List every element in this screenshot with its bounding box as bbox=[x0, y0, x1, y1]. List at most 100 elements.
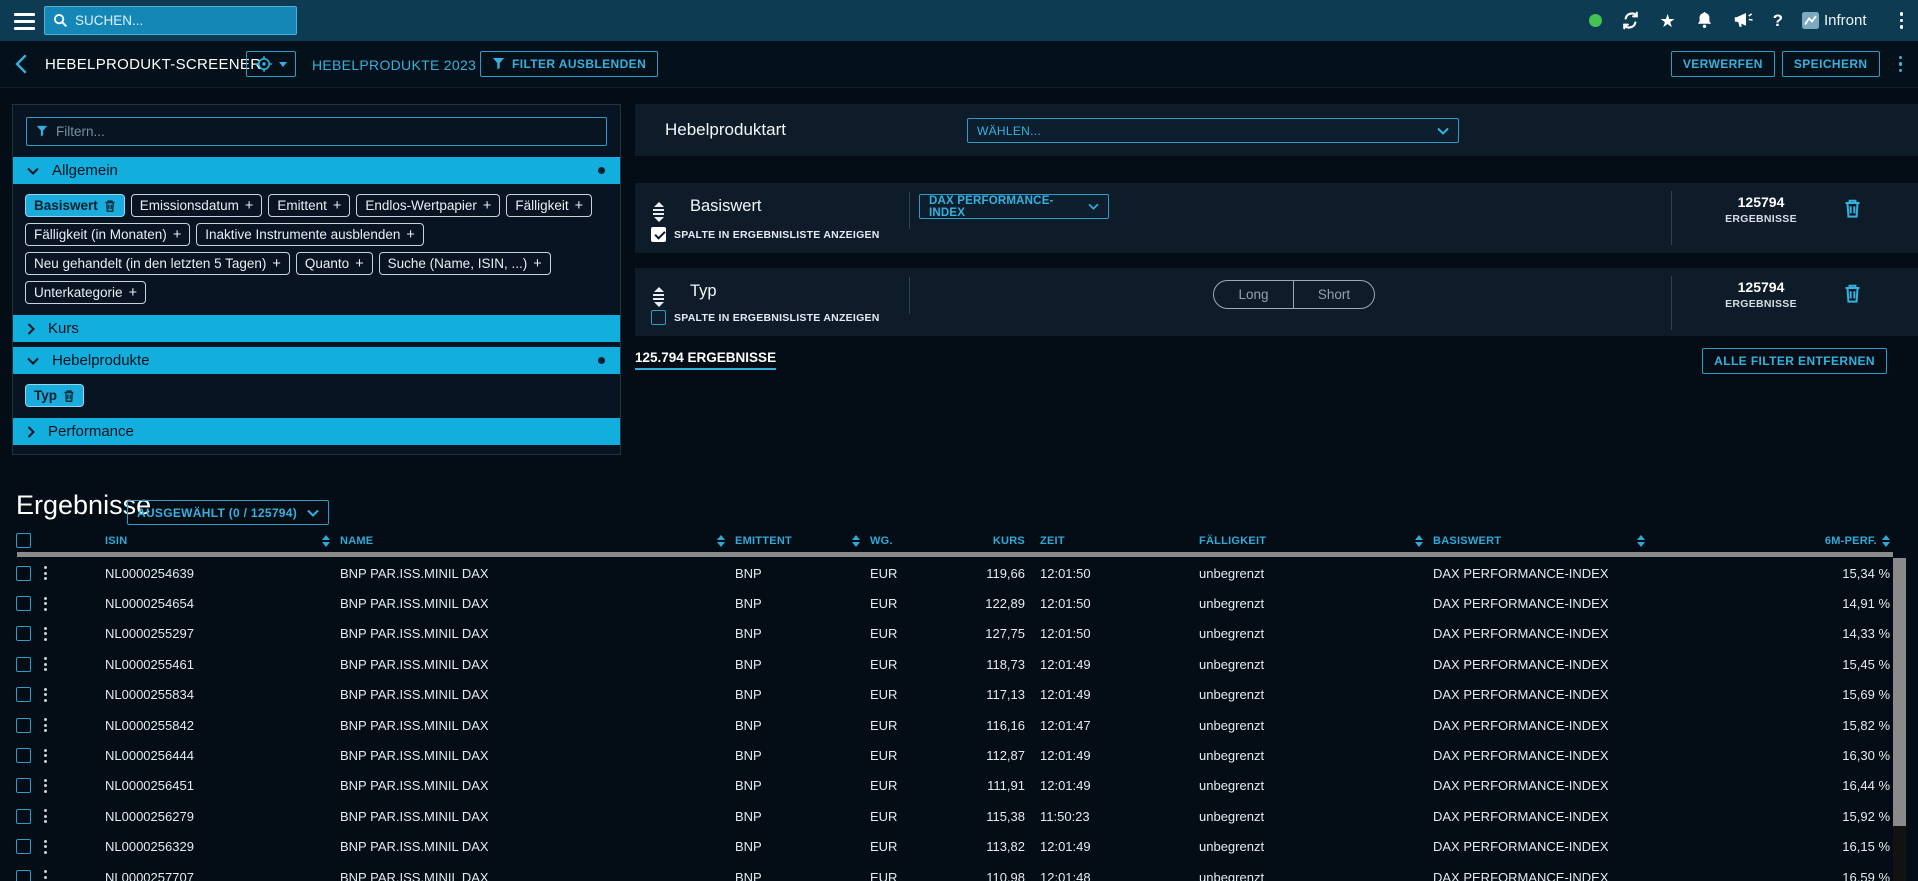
sort-icon bbox=[322, 535, 330, 547]
row-checkbox[interactable] bbox=[16, 657, 31, 672]
table-row[interactable]: NL0000257707 BNP PAR.ISS.MINIL DAX BNP E… bbox=[0, 862, 1890, 881]
filter-chip-inaktive-instrumente-ausblenden[interactable]: Inaktive Instrumente ausblenden+ bbox=[196, 223, 424, 246]
column-toggle[interactable]: SPALTE IN ERGEBNISLISTE ANZEIGEN bbox=[651, 227, 880, 242]
announcements-icon[interactable] bbox=[1733, 11, 1754, 30]
notifications-icon[interactable] bbox=[1695, 11, 1714, 30]
row-checkbox[interactable] bbox=[16, 809, 31, 824]
save-button[interactable]: SPEICHERN bbox=[1782, 51, 1880, 77]
row-menu-icon[interactable] bbox=[44, 566, 47, 580]
row-menu-icon[interactable] bbox=[44, 597, 47, 611]
column-header-emittent[interactable]: EMITTENT bbox=[735, 535, 870, 547]
filter-chip-emissionsdatum[interactable]: Emissionsdatum+ bbox=[131, 194, 263, 217]
row-menu-icon[interactable] bbox=[44, 627, 47, 641]
filter-chip-basiswert[interactable]: Basiswert bbox=[25, 194, 125, 217]
column-header-isin[interactable]: ISIN bbox=[105, 535, 340, 547]
total-results-link[interactable]: 125.794 ERGEBNISSE bbox=[635, 350, 776, 370]
drag-handle-icon[interactable] bbox=[653, 202, 664, 222]
row-checkbox[interactable] bbox=[16, 687, 31, 702]
help-icon[interactable]: ? bbox=[1773, 11, 1783, 31]
discard-button[interactable]: VERWERFEN bbox=[1671, 51, 1775, 77]
column-header-kurs[interactable]: KURS bbox=[960, 535, 1025, 547]
hide-filters-button[interactable]: FILTER AUSBLENDEN bbox=[480, 51, 658, 77]
filter-chip-quanto[interactable]: Quanto+ bbox=[296, 252, 373, 275]
row-checkbox[interactable] bbox=[16, 596, 31, 611]
column-header-wg[interactable]: WG. bbox=[870, 535, 960, 547]
cell-faelligkeit: unbegrenzt bbox=[1199, 566, 1433, 581]
row-menu-icon[interactable] bbox=[44, 779, 47, 793]
section-performance[interactable]: Performance bbox=[13, 418, 620, 445]
row-checkbox[interactable] bbox=[16, 839, 31, 854]
table-row[interactable]: NL0000254654 BNP PAR.ISS.MINIL DAX BNP E… bbox=[0, 588, 1890, 618]
basiswert-select[interactable]: DAX PERFORMANCE-INDEX bbox=[919, 194, 1109, 219]
trash-icon[interactable] bbox=[1843, 198, 1862, 219]
cell-wg: EUR bbox=[870, 687, 960, 702]
column-header-basiswert[interactable]: BASISWERT bbox=[1433, 535, 1655, 547]
row-checkbox[interactable] bbox=[16, 870, 31, 881]
filter-input[interactable] bbox=[56, 124, 597, 139]
filter-chip-typ[interactable]: Typ bbox=[25, 384, 84, 407]
section-hebelprodukte[interactable]: Hebelprodukte bbox=[13, 347, 620, 374]
filter-chip-unterkategorie[interactable]: Unterkategorie+ bbox=[25, 281, 146, 304]
row-checkbox[interactable] bbox=[16, 566, 31, 581]
table-row[interactable]: NL0000256279 BNP PAR.ISS.MINIL DAX BNP E… bbox=[0, 801, 1890, 831]
column-toggle[interactable]: SPALTE IN ERGEBNISLISTE ANZEIGEN bbox=[651, 310, 880, 325]
trash-icon[interactable] bbox=[1843, 283, 1862, 304]
horizontal-scrollbar[interactable] bbox=[17, 552, 1893, 557]
refresh-icon[interactable] bbox=[1621, 11, 1640, 30]
checkbox-unchecked[interactable] bbox=[651, 310, 666, 325]
table-row[interactable]: NL0000255842 BNP PAR.ISS.MINIL DAX BNP E… bbox=[0, 710, 1890, 740]
select-all-checkbox[interactable] bbox=[16, 533, 31, 548]
toolbar-menu-icon[interactable] bbox=[1899, 56, 1903, 73]
row-checkbox[interactable] bbox=[16, 718, 31, 733]
section-allgemein[interactable]: Allgemein bbox=[13, 157, 620, 184]
cell-kurs: 119,66 bbox=[960, 566, 1025, 581]
filter-chip-neu-gehandelt-in-den-letzten-5-tagen-[interactable]: Neu gehandelt (in den letzten 5 Tagen)+ bbox=[25, 252, 290, 275]
checkbox-checked[interactable] bbox=[651, 227, 666, 242]
short-button[interactable]: Short bbox=[1294, 281, 1374, 308]
column-header-6m-perf[interactable]: 6M-PERF. bbox=[1740, 535, 1890, 547]
row-menu-icon[interactable] bbox=[44, 688, 47, 702]
row-menu-icon[interactable] bbox=[44, 840, 47, 854]
workspace-name[interactable]: HEBELPRODUKTE 2023 bbox=[312, 41, 476, 88]
row-menu-icon[interactable] bbox=[44, 718, 47, 732]
table-row[interactable]: NL0000255461 BNP PAR.ISS.MINIL DAX BNP E… bbox=[0, 649, 1890, 679]
column-header-name[interactable]: NAME bbox=[340, 535, 735, 547]
row-menu-icon[interactable] bbox=[44, 657, 47, 671]
filter-chip-suche-name-isin-[interactable]: Suche (Name, ISIN, ...)+ bbox=[379, 252, 551, 275]
vertical-scrollbar[interactable] bbox=[1893, 558, 1906, 881]
link-channel-button[interactable] bbox=[246, 51, 296, 77]
long-button[interactable]: Long bbox=[1214, 281, 1294, 308]
table-row[interactable]: NL0000255297 BNP PAR.ISS.MINIL DAX BNP E… bbox=[0, 619, 1890, 649]
scrollbar-thumb[interactable] bbox=[1893, 558, 1906, 826]
drag-handle-icon[interactable] bbox=[653, 287, 664, 307]
column-header-zeit[interactable]: ZEIT bbox=[1025, 535, 1199, 547]
row-checkbox[interactable] bbox=[16, 748, 31, 763]
topbar-menu-icon[interactable] bbox=[1900, 12, 1904, 29]
filter-chip-fälligkeit-in-monaten-[interactable]: Fälligkeit (in Monaten)+ bbox=[25, 223, 190, 246]
filter-chip-endlos-wertpapier[interactable]: Endlos-Wertpapier+ bbox=[356, 194, 500, 217]
clear-all-filters-button[interactable]: ALLE FILTER ENTFERNEN bbox=[1702, 348, 1887, 374]
row-checkbox[interactable] bbox=[16, 626, 31, 641]
row-menu-icon[interactable] bbox=[44, 809, 47, 823]
section-kurs[interactable]: Kurs bbox=[13, 315, 620, 342]
cell-zeit: 12:01:50 bbox=[1025, 626, 1199, 641]
row-checkbox[interactable] bbox=[16, 778, 31, 793]
search-input[interactable] bbox=[75, 13, 288, 28]
table-row[interactable]: NL0000256444 BNP PAR.ISS.MINIL DAX BNP E… bbox=[0, 740, 1890, 770]
column-header-faelligkeit[interactable]: FÄLLIGKEIT bbox=[1199, 535, 1433, 547]
filter-search[interactable] bbox=[26, 117, 607, 146]
selection-dropdown[interactable]: AUSGEWÄHLT (0 / 125794) bbox=[127, 500, 329, 525]
table-row[interactable]: NL0000256329 BNP PAR.ISS.MINIL DAX BNP E… bbox=[0, 832, 1890, 862]
product-type-select[interactable]: WÄHLEN... bbox=[967, 118, 1459, 143]
filter-chip-emittent[interactable]: Emittent+ bbox=[268, 194, 350, 217]
global-search[interactable] bbox=[44, 6, 297, 35]
back-icon[interactable] bbox=[14, 54, 28, 74]
table-row[interactable]: NL0000255834 BNP PAR.ISS.MINIL DAX BNP E… bbox=[0, 680, 1890, 710]
menu-icon[interactable] bbox=[14, 13, 35, 30]
table-row[interactable]: NL0000254639 BNP PAR.ISS.MINIL DAX BNP E… bbox=[0, 558, 1890, 588]
table-row[interactable]: NL0000256451 BNP PAR.ISS.MINIL DAX BNP E… bbox=[0, 771, 1890, 801]
row-menu-icon[interactable] bbox=[44, 749, 47, 763]
row-menu-icon[interactable] bbox=[44, 870, 47, 881]
filter-chip-fälligkeit[interactable]: Fälligkeit+ bbox=[506, 194, 592, 217]
favorites-icon[interactable]: ★ bbox=[1659, 12, 1675, 30]
